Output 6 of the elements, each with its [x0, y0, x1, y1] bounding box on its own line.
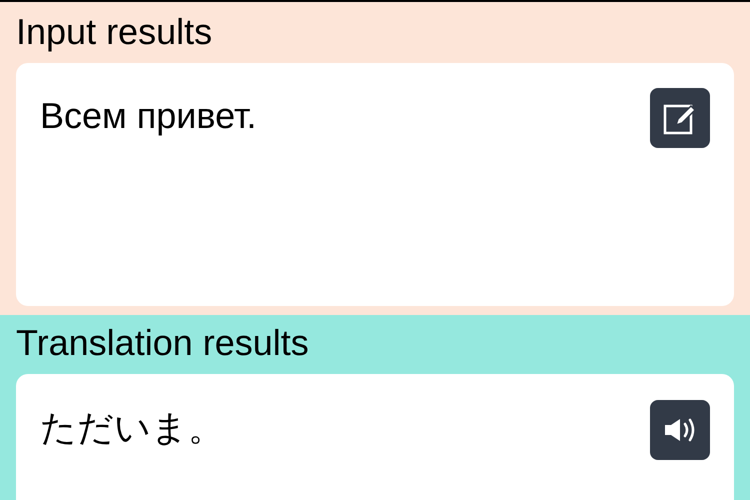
- result-text: ただいま。: [40, 406, 224, 450]
- section-title: Input results: [16, 10, 214, 54]
- speak-button[interactable]: [650, 400, 710, 460]
- edit-button[interactable]: [650, 88, 710, 148]
- result-text: Всем привет.: [40, 94, 256, 138]
- section-title: Translation results: [16, 321, 310, 365]
